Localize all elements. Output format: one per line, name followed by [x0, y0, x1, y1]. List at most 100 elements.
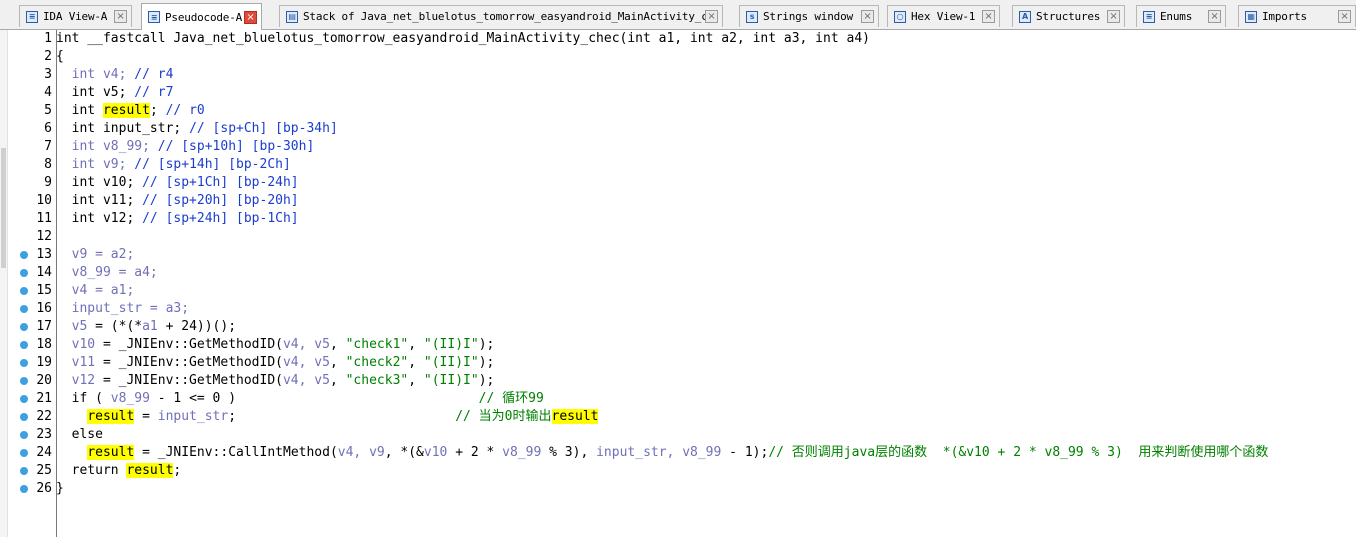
highlighted-token: result [126, 463, 174, 478]
code-line[interactable]: 9 int v10; // [sp+1Ch] [bp-24h] [0, 174, 1356, 192]
code-line[interactable]: 25 return result; [0, 462, 1356, 480]
code-token: - 1); [721, 445, 769, 460]
code-text: int v10; // [sp+1Ch] [bp-24h] [56, 174, 299, 192]
code-text: else [56, 426, 103, 444]
line-number: 1 [44, 31, 52, 46]
code-token: a1 [142, 319, 158, 334]
code-line[interactable]: 13 v9 = a2; [0, 246, 1356, 264]
line-number: 25 [36, 463, 52, 478]
code-line[interactable]: 16 input_str = a3; [0, 300, 1356, 318]
highlighted-token: result [551, 409, 599, 424]
code-token: , [329, 337, 346, 352]
code-token: , *(& [384, 445, 424, 460]
code-token: int [56, 103, 103, 118]
code-token: else [56, 427, 103, 442]
close-icon[interactable]: × [1107, 10, 1120, 23]
code-token: v8_99 [110, 391, 150, 406]
code-token: + 24))(); [157, 319, 237, 334]
code-token: = [134, 409, 158, 424]
code-line[interactable]: 24 result = _JNIEnv::CallIntMethod(v4, v… [0, 444, 1356, 462]
comment-token: // [sp+10h] [bp-30h] [157, 139, 315, 154]
close-icon[interactable]: × [1338, 10, 1351, 23]
code-token: v5 [56, 319, 96, 334]
code-token: v4, v9 [337, 445, 385, 460]
tab-stack-of-java-net-bluelotus-tomorrow-eas[interactable]: ▤ Stack of Java_net_bluelotus_tomorrow_ea… [279, 5, 723, 27]
code-line[interactable]: 15 v4 = a1; [0, 282, 1356, 300]
tab-structures[interactable]: A Structures × [1012, 5, 1125, 27]
code-token: v4, v5 [282, 337, 330, 352]
comment-token: // r4 [134, 67, 174, 82]
tab-strings-window[interactable]: s Strings window × [739, 5, 879, 27]
code-line[interactable]: 22 result = input_str; // 当为0时输出result [0, 408, 1356, 426]
line-number: 3 [44, 67, 52, 82]
code-text: v11 = _JNIEnv::GetMethodID(v4, v5, "chec… [56, 354, 495, 372]
code-text: v12 = _JNIEnv::GetMethodID(v4, v5, "chec… [56, 372, 495, 390]
code-token: ; [173, 463, 182, 478]
code-line[interactable]: 23 else [0, 426, 1356, 444]
code-line[interactable]: 14 v8_99 = a4; [0, 264, 1356, 282]
hex-view-icon: ○ [894, 10, 906, 23]
code-line[interactable]: 12 [0, 228, 1356, 246]
highlighted-token: result [87, 409, 135, 424]
code-text: int result; // r0 [56, 102, 205, 120]
code-token: v8_99 = a4; [56, 265, 158, 280]
code-line[interactable]: 20 v12 = _JNIEnv::GetMethodID(v4, v5, "c… [0, 372, 1356, 390]
code-token: v12 [56, 373, 103, 388]
code-token: ); [478, 373, 495, 388]
tab-label: Hex View-1 [911, 10, 976, 23]
code-token: "check1" [345, 337, 409, 352]
code-token: return [56, 463, 127, 478]
comment-token: // 否则调用java层的函数 *(&v10 + 2 * v8_99 % 3) … [768, 445, 1269, 460]
code-line[interactable]: 1 int __fastcall Java_net_bluelotus_tomor… [0, 30, 1356, 48]
tab-enums[interactable]: ≡ Enums × [1136, 5, 1226, 27]
close-icon[interactable]: × [705, 10, 718, 23]
tab-label: Pseudocode-A [165, 10, 243, 24]
code-token: , [408, 337, 424, 352]
code-text: input_str = a3; [56, 300, 189, 318]
tab-imports[interactable]: ▦ Imports × [1238, 5, 1356, 27]
code-line[interactable]: 8 int v9; // [sp+14h] [bp-2Ch] [0, 156, 1356, 174]
tab-hex-view-1[interactable]: ○ Hex View-1 × [887, 5, 1000, 27]
line-number: 7 [44, 139, 52, 154]
code-text: int v8_99; // [sp+10h] [bp-30h] [56, 138, 315, 156]
tab-pseudocode-a[interactable]: ≡ Pseudocode-A × [141, 3, 262, 30]
close-icon[interactable]: × [244, 10, 257, 24]
code-text: int input_str; // [sp+Ch] [bp-34h] [56, 120, 338, 138]
code-token: , [408, 355, 424, 370]
code-token: % 3), [541, 445, 597, 460]
code-token: v8_99 [502, 445, 542, 460]
stack-icon: ▤ [286, 10, 298, 23]
code-line[interactable]: 11 int v12; // [sp+24h] [bp-1Ch] [0, 210, 1356, 228]
code-token: - 1 <= 0 ) [149, 391, 479, 406]
close-icon[interactable]: × [1208, 10, 1221, 23]
code-token: int v5; [56, 85, 135, 100]
code-text: if ( v8_99 - 1 <= 0 ) // 循环99 [56, 390, 544, 408]
code-line[interactable]: 18 v10 = _JNIEnv::GetMethodID(v4, v5, "c… [0, 336, 1356, 354]
code-token: int input_str; [56, 121, 190, 136]
close-icon[interactable]: × [982, 10, 995, 23]
close-icon[interactable]: × [861, 10, 874, 23]
code-line[interactable]: 21 if ( v8_99 - 1 <= 0 ) // 循环99 [0, 390, 1356, 408]
code-line[interactable]: 17 v5 = (*(*a1 + 24))(); [0, 318, 1356, 336]
line-number: 5 [44, 103, 52, 118]
code-line[interactable]: 7 int v8_99; // [sp+10h] [bp-30h] [0, 138, 1356, 156]
code-token: = (*(* [95, 319, 143, 334]
code-line[interactable]: 19 v11 = _JNIEnv::GetMethodID(v4, v5, "c… [0, 354, 1356, 372]
line-number: 20 [36, 373, 52, 388]
pseudocode-view[interactable]: 1 int __fastcall Java_net_bluelotus_tomor… [0, 30, 1356, 537]
line-number: 11 [36, 211, 52, 226]
code-token: = _JNIEnv::GetMethodID( [102, 373, 283, 388]
code-line[interactable]: 5 int result; // r0 [0, 102, 1356, 120]
line-number: 16 [36, 301, 52, 316]
code-line[interactable]: 2{ [0, 48, 1356, 66]
code-line[interactable]: 26} [0, 480, 1356, 498]
code-line[interactable]: 10 int v11; // [sp+20h] [bp-20h] [0, 192, 1356, 210]
code-text: result = _JNIEnv::CallIntMethod(v4, v9, … [56, 444, 1268, 462]
code-line[interactable]: 6 int input_str; // [sp+Ch] [bp-34h] [0, 120, 1356, 138]
close-icon[interactable]: × [114, 10, 127, 23]
tab-ida-view-a[interactable]: ≡ IDA View-A × [19, 5, 132, 27]
code-line[interactable]: 4 int v5; // r7 [0, 84, 1356, 102]
code-token: "check3" [345, 373, 409, 388]
code-line[interactable]: 3 int v4; // r4 [0, 66, 1356, 84]
comment-token: // [sp+1Ch] [bp-24h] [142, 175, 299, 190]
